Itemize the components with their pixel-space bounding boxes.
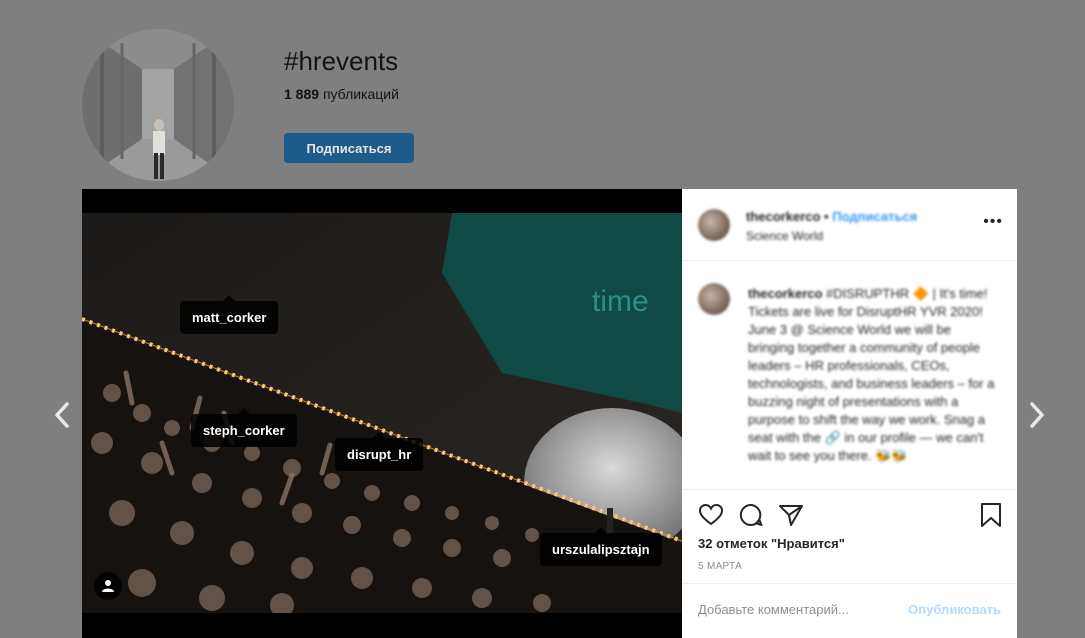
post-count-number: 1 889 (284, 86, 320, 102)
post-date[interactable]: 5 МАРТА (698, 561, 742, 572)
photo-user-tag[interactable]: matt_corker (180, 295, 279, 334)
like-count[interactable]: 32 отметок "Нравится" (698, 536, 845, 551)
more-options-button[interactable]: ••• (983, 213, 1003, 231)
hashtag-avatar (82, 29, 234, 181)
caption-text: #DISRUPTHR 🔶 | It's time! Tickets are li… (748, 286, 995, 463)
photo-user-tag[interactable]: steph_corker (191, 408, 297, 447)
previous-post-button[interactable] (47, 398, 77, 432)
author-username: thecorkerco • Подписаться (746, 209, 917, 224)
share-icon[interactable] (778, 502, 804, 528)
post-media[interactable]: time matt_corker steph_corker disrupt_hr… (82, 189, 682, 638)
photo-user-tag[interactable]: urszulalipsztajn (540, 527, 662, 566)
show-tags-button[interactable] (94, 572, 122, 600)
hashtag-title: #hrevents (284, 46, 399, 76)
chevron-right-icon (1030, 402, 1044, 428)
post-count: 1 889 публикаций (284, 86, 399, 102)
photo-user-tag[interactable]: disrupt_hr (335, 432, 424, 471)
follow-hashtag-button[interactable]: Подписаться (284, 133, 414, 163)
author-username-link[interactable]: thecorkerco (746, 209, 820, 224)
bookmark-icon[interactable] (978, 502, 1004, 528)
screen-text: time (592, 285, 649, 318)
post-count-label: публикаций (322, 86, 399, 102)
publish-comment-button[interactable]: Опубликовать (908, 602, 1001, 617)
post-detail-panel: thecorkerco • Подписаться Science World … (682, 189, 1017, 638)
comment-input[interactable] (698, 602, 898, 617)
follow-author-button[interactable]: Подписаться (832, 209, 917, 224)
caption-username[interactable]: thecorkerco (748, 286, 822, 301)
next-post-button[interactable] (1022, 398, 1052, 432)
comment-icon[interactable] (738, 502, 764, 528)
comment-bar: Опубликовать (682, 583, 1017, 638)
chevron-left-icon (55, 402, 69, 428)
post-caption: thecorkerco #DISRUPTHR 🔶 | It's time! Ti… (748, 285, 998, 465)
author-avatar[interactable] (698, 209, 730, 241)
post-location[interactable]: Science World (746, 229, 823, 243)
user-tag-icon (102, 580, 114, 592)
heart-icon[interactable] (698, 502, 724, 528)
post-header: thecorkerco • Подписаться Science World … (682, 189, 1017, 261)
caption-avatar[interactable] (698, 283, 730, 315)
separator: • (824, 209, 829, 224)
